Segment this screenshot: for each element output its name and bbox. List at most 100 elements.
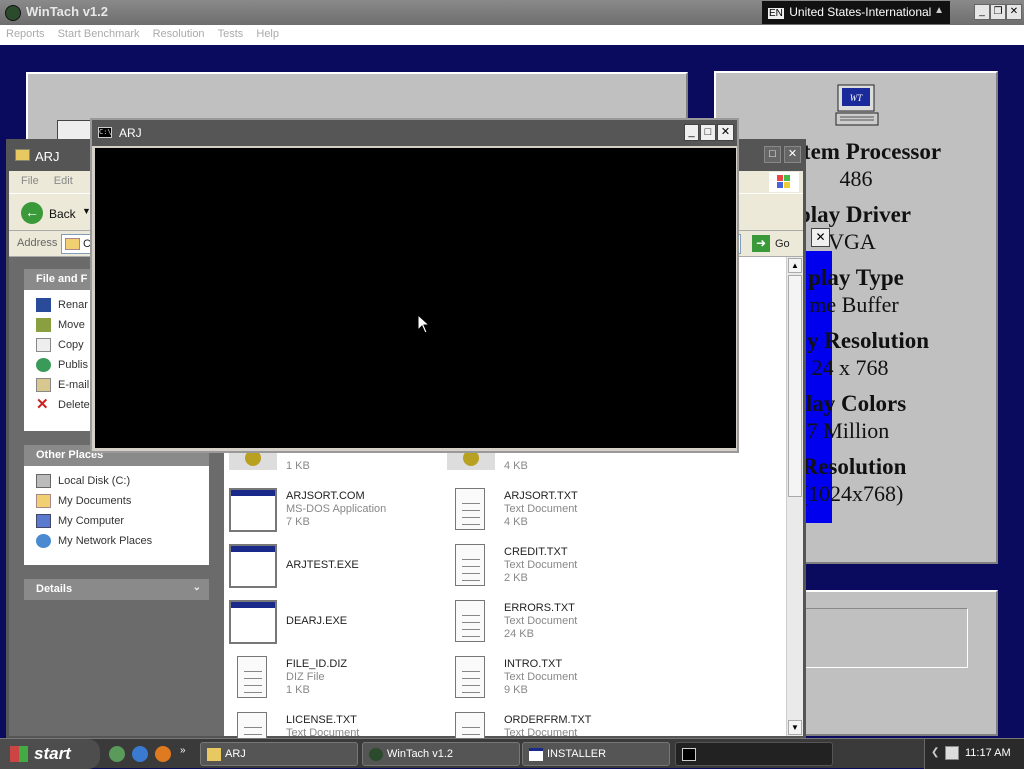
task-label: Move — [58, 319, 85, 331]
minimize-button[interactable]: _ — [684, 124, 699, 141]
move-icon — [36, 318, 51, 332]
network-icon — [36, 534, 51, 548]
place-my-documents[interactable]: My Documents — [24, 492, 209, 512]
menu-reports[interactable]: Reports — [0, 25, 45, 40]
maximize-button[interactable]: □ — [764, 146, 781, 163]
close-button[interactable]: ✕ — [717, 124, 734, 141]
windows-logo-icon — [769, 172, 799, 192]
copy-icon — [36, 338, 51, 352]
console-title-bar[interactable]: C:\ ARJ _ □ ✕ — [92, 120, 737, 146]
menu-edit[interactable]: Edit — [42, 171, 73, 187]
wintach-app-icon — [369, 748, 383, 761]
taskbar-button-console[interactable] — [675, 742, 833, 766]
go-button[interactable]: ➜ Go — [752, 234, 796, 254]
menu-tests[interactable]: Tests — [212, 25, 244, 40]
taskbar-button-wintach[interactable]: WinTach v1.2 — [362, 742, 520, 766]
minimize-button[interactable]: _ — [974, 4, 990, 20]
taskbar-button-arj[interactable]: ARJ — [200, 742, 358, 766]
list-item[interactable]: ARJSORT.COM MS-DOS Application 7 KB — [229, 488, 444, 540]
computer-icon — [36, 514, 51, 528]
list-item[interactable]: LICENSE.TXT Text Document — [229, 712, 444, 738]
chevron-down-icon[interactable]: ⌄ — [193, 582, 201, 593]
place-label: My Documents — [58, 495, 132, 507]
back-arrow-icon[interactable]: ← — [21, 202, 43, 224]
scroll-down-arrow-icon[interactable]: ▼ — [788, 720, 802, 735]
tray-expand-icon[interactable]: ❮ — [931, 747, 939, 758]
place-label: Local Disk (C:) — [58, 475, 131, 487]
place-my-computer[interactable]: My Computer — [24, 512, 209, 532]
firefox-icon[interactable] — [155, 746, 171, 762]
folder-icon — [36, 494, 51, 508]
list-item[interactable]: ORDERFRM.TXT Text Document — [447, 712, 662, 738]
list-item[interactable]: DEARJ.EXE — [229, 600, 444, 652]
quick-launch-expand-icon[interactable]: » — [180, 745, 186, 756]
drive-icon — [36, 474, 51, 488]
scroll-thumb[interactable] — [788, 275, 802, 497]
list-item[interactable]: FILE_ID.DIZ DIZ File 1 KB — [229, 656, 444, 708]
menu-resolution[interactable]: Resolution — [147, 25, 205, 40]
wintach-title-bar[interactable]: WinTach v1.2 EN United States-Internatio… — [0, 0, 1024, 25]
list-item[interactable]: ERRORS.TXT Text Document 24 KB — [447, 600, 662, 652]
restore-button[interactable]: ❐ — [990, 4, 1006, 20]
application-icon — [229, 544, 277, 588]
menu-help[interactable]: Help — [250, 25, 279, 40]
details-header[interactable]: Details ⌄ — [24, 579, 209, 600]
delete-icon: ✕ — [36, 396, 49, 413]
list-item[interactable]: ARJTEST.EXE — [229, 544, 444, 596]
wintach-title: WinTach v1.2 — [26, 4, 108, 19]
list-item[interactable]: CREDIT.TXT Text Document 2 KB — [447, 544, 662, 596]
close-button[interactable]: ✕ — [1006, 4, 1022, 20]
file-type: Text Document — [504, 671, 578, 683]
application-icon — [229, 488, 277, 532]
list-item[interactable]: INTRO.TXT Text Document 9 KB — [447, 656, 662, 708]
quick-launch-icon[interactable] — [109, 746, 125, 762]
file-name: CREDIT.TXT — [504, 546, 568, 558]
gear-icon — [447, 450, 495, 470]
text-document-icon — [455, 712, 485, 738]
vertical-scrollbar[interactable]: ▲ ▼ — [786, 257, 803, 736]
file-name: FILE_ID.DIZ — [286, 658, 348, 670]
close-button[interactable]: ✕ — [784, 146, 801, 163]
internet-explorer-icon[interactable] — [132, 746, 148, 762]
list-item[interactable]: ARJSORT.TXT Text Document 4 KB — [447, 488, 662, 540]
application-icon — [229, 600, 277, 644]
taskbar: start » ARJ WinTach v1.2 INSTALLER ❮ 11:… — [0, 738, 1024, 769]
console-output[interactable] — [95, 148, 736, 448]
go-label: Go — [775, 238, 790, 250]
wintach-app-icon — [5, 5, 21, 21]
place-label: My Computer — [58, 515, 125, 527]
back-button[interactable]: Back — [49, 207, 76, 221]
address-label: Address — [17, 237, 58, 249]
language-bar[interactable]: EN United States-International ▲ — [762, 1, 950, 24]
taskbar-button-installer[interactable]: INSTALLER — [522, 742, 670, 766]
file-type: Text Document — [286, 727, 360, 738]
file-name: ORDERFRM.TXT — [504, 714, 592, 726]
explorer-title: ARJ — [35, 149, 60, 164]
place-local-disk[interactable]: Local Disk (C:) — [24, 472, 209, 492]
start-button[interactable]: start — [0, 739, 100, 769]
windows-flag-icon — [10, 746, 28, 762]
system-tray: ❮ 11:17 AM — [924, 739, 1024, 769]
text-document-icon — [237, 712, 267, 738]
language-name: United States-International — [789, 5, 932, 19]
mouse-cursor-icon — [417, 314, 431, 334]
rename-icon — [36, 298, 51, 312]
scroll-up-arrow-icon[interactable]: ▲ — [788, 258, 802, 273]
place-my-network[interactable]: My Network Places — [24, 532, 209, 552]
tray-app-icon[interactable] — [945, 746, 959, 760]
console-window: C:\ ARJ _ □ ✕ — [90, 118, 739, 453]
dialog-close-button[interactable]: ✕ — [811, 228, 830, 247]
folder-icon — [207, 748, 221, 761]
folder-icon — [65, 238, 80, 250]
folder-icon — [15, 149, 30, 161]
file-size: 7 KB — [286, 516, 310, 528]
menu-file[interactable]: File — [9, 171, 39, 187]
gear-icon — [229, 450, 277, 470]
menu-start-benchmark[interactable]: Start Benchmark — [52, 25, 140, 40]
chevron-down-icon[interactable]: ▲ — [934, 5, 944, 16]
file-type: Text Document — [504, 615, 578, 627]
clock[interactable]: 11:17 AM — [965, 747, 1011, 759]
maximize-button[interactable]: □ — [700, 124, 716, 141]
globe-icon — [36, 358, 51, 372]
text-document-icon — [455, 544, 485, 586]
